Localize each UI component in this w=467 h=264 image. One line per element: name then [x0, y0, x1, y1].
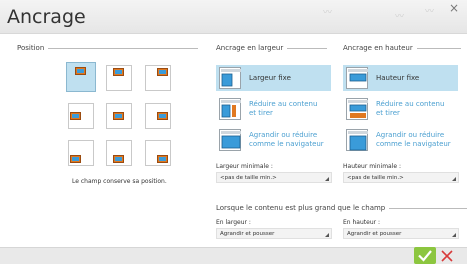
width-option-browser-label: Agrandir ou réduire comme le navigateur — [249, 131, 324, 148]
position-bottom-center[interactable] — [106, 140, 132, 166]
cancel-button[interactable] — [440, 249, 454, 263]
overflow-height-select[interactable]: Agrandir et pousser — [343, 228, 459, 239]
anchor-mini-icon — [75, 67, 86, 75]
position-top-right[interactable] — [145, 65, 171, 91]
fixed-height-icon — [346, 67, 368, 89]
height-anchor-legend-label: Ancrage en hauteur — [343, 44, 413, 52]
dropdown-arrow-icon — [452, 233, 456, 237]
min-height-value: <pas de taille min.> — [347, 175, 404, 181]
overflow-height-value: Agrandir et pousser — [347, 231, 402, 237]
position-bottom-left[interactable] — [68, 140, 94, 166]
dropdown-arrow-icon — [325, 233, 329, 237]
overflow-width-label: En largeur : — [216, 219, 251, 226]
divider — [287, 47, 328, 49]
bird-decoration-icon: 〰 — [395, 12, 405, 22]
bird-decoration-icon: 〰 — [425, 7, 435, 17]
position-legend-label: Position — [17, 44, 45, 52]
bird-decoration-icon: 〰 — [323, 8, 333, 18]
shrink-stretch-icon — [219, 98, 241, 120]
min-height-select[interactable]: <pas de taille min.> — [343, 172, 459, 183]
browser-resize-icon — [346, 129, 368, 151]
height-option-fixed[interactable]: Hauteur fixe — [343, 65, 458, 91]
divider — [416, 47, 461, 49]
browser-resize-icon — [219, 129, 241, 151]
window-title: Ancrage — [7, 6, 86, 28]
position-bottom-right[interactable] — [145, 140, 171, 166]
height-option-fixed-label: Hauteur fixe — [376, 73, 420, 82]
position-middle-left[interactable] — [68, 103, 94, 129]
anchor-mini-icon — [157, 155, 168, 163]
overflow-legend-label: Lorsque le contenu est plus grand que le… — [216, 204, 386, 212]
position-middle-center[interactable] — [106, 103, 132, 129]
height-option-shrink-stretch[interactable]: Réduire au contenu et tirer — [343, 96, 458, 122]
check-icon — [418, 250, 432, 262]
overflow-legend: Lorsque le contenu est plus grand que le… — [216, 204, 467, 212]
width-option-fixed[interactable]: Largeur fixe — [216, 65, 331, 91]
width-option-browser[interactable]: Agrandir ou réduire comme le navigateur — [216, 127, 331, 153]
position-top-left[interactable] — [66, 62, 96, 92]
min-width-value: <pas de taille min.> — [220, 175, 277, 181]
height-option-browser[interactable]: Agrandir ou réduire comme le navigateur — [343, 127, 458, 153]
ok-button[interactable] — [414, 247, 436, 264]
min-height-label: Hauteur minimale : — [343, 163, 402, 170]
height-option-browser-label: Agrandir ou réduire comme le navigateur — [376, 131, 451, 148]
fixed-width-icon — [219, 67, 241, 89]
overflow-height-label: En hauteur : — [343, 219, 381, 226]
close-icon[interactable]: × — [447, 1, 461, 15]
anchor-mini-icon — [113, 155, 124, 163]
width-anchor-legend: Ancrage en largeur — [216, 44, 328, 52]
anchor-mini-icon — [113, 112, 124, 120]
divider — [48, 47, 199, 49]
width-option-shrink-stretch-label: Réduire au contenu et tirer — [249, 100, 318, 117]
min-width-label: Largeur minimale : — [216, 163, 273, 170]
cross-icon — [441, 250, 453, 262]
position-caption: Le champ conserve sa position. — [72, 178, 167, 185]
position-legend: Position — [17, 44, 199, 52]
width-option-shrink-stretch[interactable]: Réduire au contenu et tirer — [216, 96, 331, 122]
position-top-center[interactable] — [106, 65, 132, 91]
divider — [389, 207, 467, 209]
anchor-mini-icon — [70, 155, 81, 163]
anchor-mini-icon — [113, 68, 124, 76]
width-anchor-legend-label: Ancrage en largeur — [216, 44, 284, 52]
shrink-stretch-icon — [346, 98, 368, 120]
bottom-bar — [0, 247, 467, 264]
overflow-width-select[interactable]: Agrandir et pousser — [216, 228, 332, 239]
height-option-shrink-stretch-label: Réduire au contenu et tirer — [376, 100, 445, 117]
overflow-width-value: Agrandir et pousser — [220, 231, 275, 237]
anchor-mini-icon — [157, 112, 168, 120]
position-middle-right[interactable] — [145, 103, 171, 129]
dropdown-arrow-icon — [325, 177, 329, 181]
anchor-mini-icon — [70, 112, 81, 120]
anchor-mini-icon — [157, 68, 168, 76]
title-bar: Ancrage 〰 〰 〰 × — [0, 0, 467, 34]
width-option-fixed-label: Largeur fixe — [249, 73, 291, 82]
min-width-select[interactable]: <pas de taille min.> — [216, 172, 332, 183]
height-anchor-legend: Ancrage en hauteur — [343, 44, 461, 52]
dropdown-arrow-icon — [452, 177, 456, 181]
